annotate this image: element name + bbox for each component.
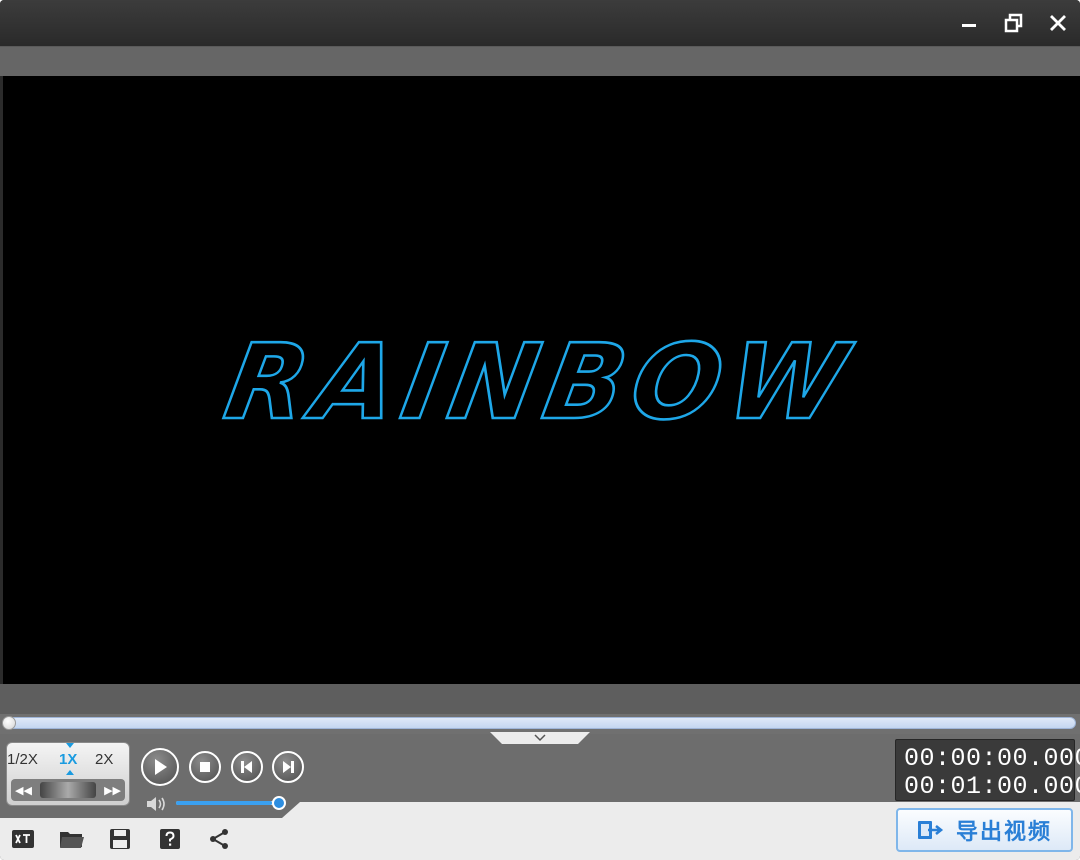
restore-icon — [1004, 13, 1023, 33]
current-time: 00:00:00.000 — [904, 744, 1080, 773]
preview-top-strip — [0, 46, 1080, 76]
play-icon — [155, 759, 167, 775]
time-display: 00:00:00.000 00:01:00.000 — [895, 739, 1080, 801]
export-video-button[interactable]: 导出视频 — [896, 808, 1073, 852]
speed-option-1x[interactable]: 1X — [59, 751, 77, 768]
previous-frame-button[interactable] — [231, 751, 263, 783]
help-button[interactable] — [157, 826, 183, 852]
share-icon — [210, 829, 228, 849]
speed-selector: 1/2X 1X 2X ◀◀ ▶▶ — [6, 742, 130, 806]
subtitle-icon — [12, 830, 34, 848]
volume-fill — [176, 801, 272, 805]
previous-frame-icon — [241, 761, 252, 773]
speed-up-icon[interactable]: ▶▶ — [104, 784, 121, 797]
stop-icon — [200, 762, 210, 772]
minimize-icon — [962, 24, 976, 27]
preview-canvas: RAINBOW — [216, 320, 865, 444]
restore-button[interactable] — [999, 8, 1029, 38]
speed-down-icon[interactable]: ◀◀ — [15, 784, 32, 797]
timeline-track[interactable] — [4, 717, 1076, 729]
speed-slider[interactable] — [40, 782, 96, 798]
collapse-panel-button[interactable] — [490, 732, 590, 744]
close-icon — [1050, 15, 1066, 31]
close-button[interactable] — [1043, 8, 1073, 38]
preview-bottom-strip — [0, 684, 1080, 714]
export-icon — [916, 818, 944, 842]
open-folder-button[interactable] — [59, 826, 85, 852]
speed-marker-top — [66, 743, 74, 748]
video-editor-window: RAINBOW 1/2X 1X 2X ◀◀ ▶▶ 00:00:00.000 00… — [0, 0, 1080, 860]
speed-marker-bottom — [66, 770, 74, 775]
chevron-down-icon — [534, 734, 546, 742]
help-icon — [160, 829, 180, 849]
speaker-icon — [147, 797, 165, 811]
speed-option-2x[interactable]: 2X — [95, 751, 113, 768]
preview-title-text: RAINBOW — [217, 322, 863, 443]
video-preview[interactable]: RAINBOW — [3, 76, 1080, 684]
play-button[interactable] — [141, 748, 179, 786]
timeline[interactable] — [0, 714, 1080, 734]
open-folder-icon — [60, 832, 84, 848]
stop-button[interactable] — [189, 751, 221, 783]
export-video-label: 导出视频 — [956, 819, 1053, 844]
control-panel: 1/2X 1X 2X ◀◀ ▶▶ 00:00:00.000 00:01:00.0… — [0, 732, 1080, 860]
volume-button[interactable] — [145, 795, 169, 818]
timeline-playhead[interactable] — [2, 716, 16, 730]
total-time: 00:01:00.000 — [904, 772, 1080, 801]
next-frame-button[interactable] — [272, 751, 304, 783]
subtitle-button[interactable] — [10, 826, 36, 852]
save-button[interactable] — [107, 826, 133, 852]
speed-slider-row: ◀◀ ▶▶ — [11, 779, 125, 801]
minimize-button[interactable] — [954, 8, 984, 38]
title-bar[interactable] — [0, 0, 1080, 46]
next-frame-icon — [283, 761, 294, 773]
volume-knob[interactable] — [272, 796, 286, 810]
volume-slider[interactable] — [176, 801, 280, 805]
speed-option-half[interactable]: 1/2X — [7, 751, 38, 768]
share-button[interactable] — [206, 826, 232, 852]
save-icon — [110, 829, 130, 849]
